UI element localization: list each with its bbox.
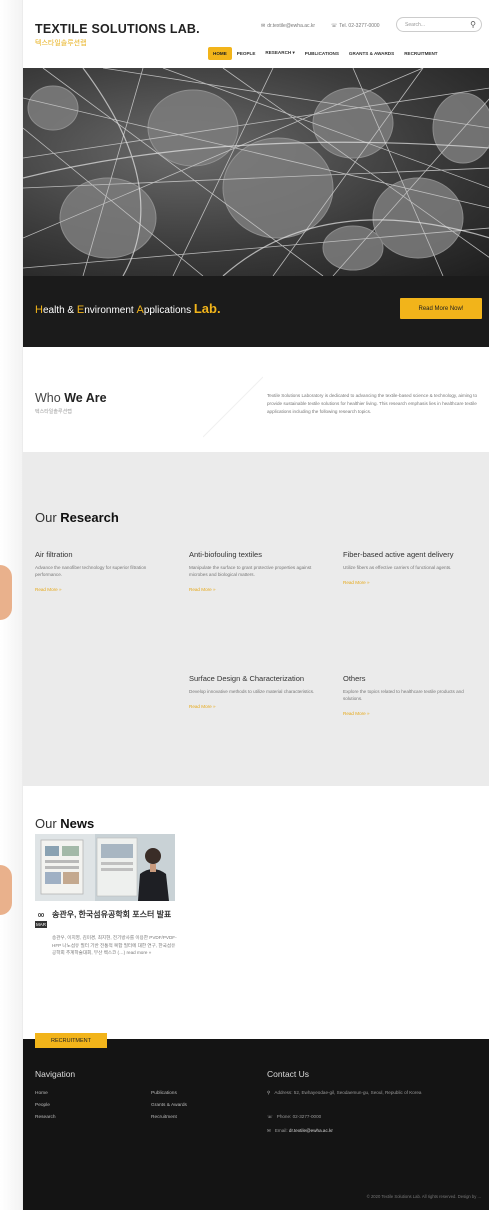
who-title-bold: We Are (64, 391, 107, 405)
envelope-icon: ✉ (267, 1128, 271, 1133)
footer-link-people[interactable]: People (35, 1103, 50, 1108)
news-title-light: Our (35, 816, 61, 831)
footer-phone: ☏ Phone: 02-3277-0000 (267, 1113, 479, 1120)
news-title-bold: News (60, 816, 95, 831)
research-item-desc: Develop innovative methods to utilize ma… (189, 689, 315, 694)
who-subtitle: 텍스타일솔루션랩 (35, 409, 72, 415)
tagline-letter: A (136, 304, 144, 316)
footer-address: ⚲ Address: 52, Ewhayeodae-gil, Seodaemun-… (267, 1089, 479, 1096)
recruitment-button[interactable]: RECRUITMENT (35, 1033, 107, 1048)
who-description: Textile Solutions Laboratory is dedicate… (267, 393, 478, 414)
read-more-link[interactable]: Read More » (343, 711, 471, 716)
search-icon[interactable]: ⚲ (470, 20, 476, 29)
copyright-text: © 2020 Textile Solutions Lab. All rights… (366, 1194, 481, 1199)
header-email[interactable]: ✉ dr.textile@ewha.ac.kr (261, 23, 315, 29)
header-phone-text: Tel. 02-3277-0000 (339, 23, 380, 29)
research-title-bold: Research (60, 510, 119, 525)
tagline-word: pplications (143, 305, 194, 316)
footer-address-text: Address: 52, Ewhayeodae-gil, Seodaemun-g… (274, 1090, 422, 1095)
nav-research[interactable]: RESEARCH ▾ (260, 46, 299, 60)
research-item-active-agent-delivery: Fiber-based active agent delivery Utiliz… (343, 550, 471, 585)
research-item-title[interactable]: Others (343, 674, 471, 683)
site-footer: Navigation Contact Us Home People Resear… (23, 1039, 489, 1210)
footer-link-grants-awards[interactable]: Grants & Awards (151, 1103, 187, 1108)
research-item-desc: Utilize fibers as effective carriers of … (343, 565, 452, 570)
phone-icon: ☏ (331, 23, 338, 29)
poster-photo (35, 834, 175, 901)
main-nav: HOME PEOPLE RESEARCH ▾ PUBLICATIONS GRAN… (208, 46, 443, 60)
search-input[interactable]: Search... ⚲ (396, 17, 482, 32)
research-section: Our Research Air filtration Advance the … (23, 452, 489, 786)
tagline-letter: H (35, 304, 43, 316)
decorative-blob (0, 865, 12, 915)
research-item-title[interactable]: Surface Design & Characterization (189, 674, 317, 683)
research-item-air-filtration: Air filtration Advance the nanofiber tec… (35, 550, 163, 592)
footer-link-home[interactable]: Home (35, 1091, 48, 1096)
research-item-title[interactable]: Fiber-based active agent delivery (343, 550, 471, 559)
news-title: Our News (35, 816, 94, 831)
research-item-title[interactable]: Anti-biofouling textiles (189, 550, 317, 559)
search-placeholder: Search... (405, 22, 426, 28)
read-more-link[interactable]: Read More » (189, 704, 317, 709)
news-thumbnail[interactable] (35, 834, 175, 901)
nav-publications[interactable]: PUBLICATIONS (300, 47, 344, 60)
read-more-button[interactable]: Read More Now! (400, 298, 482, 319)
news-date: 00 MAR (35, 913, 47, 928)
footer-phone-text: Phone: 02-3277-0000 (276, 1114, 322, 1119)
nav-grants-awards[interactable]: GRANTS & AWARDS (344, 47, 399, 60)
footer-link-publications[interactable]: Publications (151, 1091, 177, 1096)
envelope-icon: ✉ (261, 23, 266, 29)
site-title[interactable]: TEXTILE SOLUTIONS LAB. (35, 22, 200, 36)
who-title-light: Who (35, 391, 65, 405)
research-item-title[interactable]: Air filtration (35, 550, 163, 559)
nav-people[interactable]: PEOPLE (232, 47, 261, 60)
who-we-are-section: Who We Are 텍스타일솔루션랩 Textile Solutions La… (23, 347, 489, 452)
footer-nav-title: Navigation (35, 1069, 76, 1079)
research-title: Our Research (35, 510, 119, 525)
research-item-desc: Advance the nanofiber technology for sup… (35, 565, 147, 577)
nav-recruitment[interactable]: RECRUITMENT (399, 47, 442, 60)
news-item-title[interactable]: 송관우, 한국섬유공학회 포스터 발표 (52, 910, 178, 920)
lab-tagline: Health & Environment Applications Lab. (35, 301, 221, 316)
decorative-lines (203, 376, 263, 438)
news-section: Our News 00 MAR 송관우, 한국섬유공학회 포스터 발표 송관우,… (23, 786, 489, 1039)
footer-email-label: Email: (274, 1128, 289, 1133)
news-date-day: 00 (37, 913, 45, 919)
header-phone: ☏ Tel. 02-3277-0000 (331, 23, 380, 29)
footer-contact-title: Contact Us (267, 1069, 310, 1079)
read-more-link[interactable]: Read More » (343, 580, 471, 585)
read-more-link[interactable]: Read More » (189, 587, 317, 592)
news-date-month: MAR (35, 921, 47, 928)
footer-email-link[interactable]: dr.textile@ewha.ac.kr (289, 1128, 333, 1133)
research-title-light: Our (35, 510, 61, 525)
header-email-text: dr.textile@ewha.ac.kr (267, 23, 316, 29)
news-item-excerpt: 송관우, 이지영, 김미경, 최지현, 전기방사를 이용한 PVDF/PVDF-… (52, 935, 177, 955)
footer-link-research[interactable]: Research (35, 1115, 56, 1120)
site-subtitle: 텍스타일솔루션랩 (35, 40, 87, 47)
research-item-desc: Manipulate the surface to grant protecti… (189, 565, 312, 577)
who-we-are-title: Who We Are (35, 391, 107, 405)
nav-home[interactable]: HOME (208, 46, 232, 60)
page: TEXTILE SOLUTIONS LAB. 텍스타일솔루션랩 ✉ dr.tex… (22, 0, 489, 1210)
location-pin-icon: ⚲ (267, 1090, 271, 1095)
phone-icon: ☏ (267, 1114, 273, 1119)
site-header: TEXTILE SOLUTIONS LAB. 텍스타일솔루션랩 ✉ dr.tex… (23, 0, 489, 68)
decorative-blob (0, 565, 12, 620)
research-item-desc: Explore the topics related to healthcare… (343, 689, 464, 701)
hero-image (23, 68, 489, 276)
nanofiber-microscopy-image (23, 68, 489, 276)
tagline-lab: Lab. (193, 301, 221, 316)
tagline-band: Health & Environment Applications Lab. R… (23, 276, 489, 347)
research-item-surface-design: Surface Design & Characterization Develo… (189, 674, 317, 709)
tagline-word: ealth & (42, 305, 77, 316)
research-item-others: Others Explore the topics related to hea… (343, 674, 471, 716)
footer-email: ✉ Email: dr.textile@ewha.ac.kr (267, 1127, 479, 1134)
tagline-word: nvironment (84, 305, 137, 316)
research-item-anti-biofouling: Anti-biofouling textiles Manipulate the … (189, 550, 317, 592)
read-more-link[interactable]: Read More » (35, 587, 163, 592)
footer-link-recruitment[interactable]: Recruitment (151, 1115, 177, 1120)
